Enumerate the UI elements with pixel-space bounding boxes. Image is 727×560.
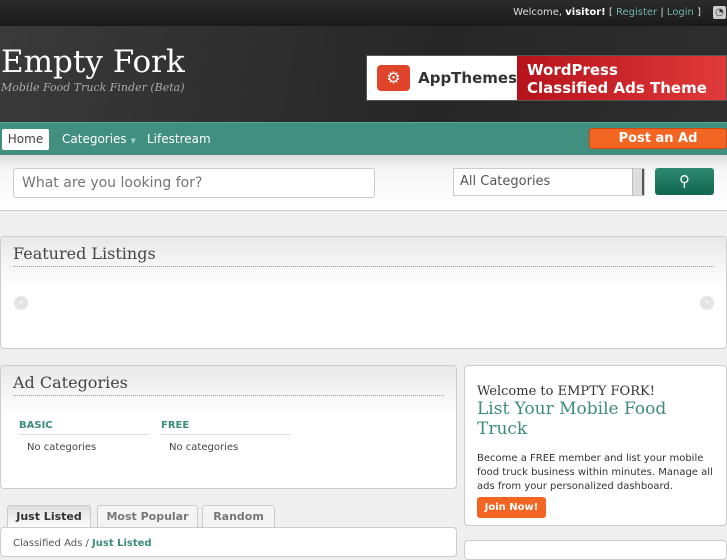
separator: | (660, 7, 664, 18)
username: visitor! (565, 7, 606, 18)
banner-line2: Classified Ads Theme (527, 79, 707, 97)
panel-title: Ad Categories (13, 373, 128, 392)
bracket: ] (697, 7, 701, 18)
site-tagline: Mobile Food Truck Finder (Beta) (1, 81, 185, 94)
chevron-down-icon: ▼ (130, 137, 136, 145)
nav-categories-label: Categories (62, 132, 127, 146)
welcome-title: Welcome to EMPTY FORK! (477, 384, 655, 399)
bracket: [ (608, 7, 613, 18)
category-select[interactable]: All Categories (453, 168, 645, 196)
post-ad-button[interactable]: Post an Ad (589, 128, 727, 149)
featured-listings-panel: Featured Listings ‹ › (0, 236, 727, 349)
chevron-right-icon[interactable]: › (700, 296, 714, 310)
nav-lifestream[interactable]: Lifestream (147, 129, 211, 150)
banner-brand: AppThemes (418, 69, 517, 87)
rss-icon[interactable]: ◔ (713, 6, 726, 19)
welcome-text: Become a FREE member and list your mobil… (477, 453, 713, 492)
welcome-text: Welcome, (513, 7, 563, 18)
panel-title: Featured Listings (13, 244, 156, 263)
category-select-value: All Categories (460, 174, 551, 189)
top-bar: Welcome, visitor! [ Register | Login ] (0, 0, 727, 26)
chevron-down-icon (632, 169, 644, 195)
register-link[interactable]: Register (616, 7, 657, 18)
breadcrumb-separator: / (85, 538, 89, 549)
breadcrumb-current[interactable]: Just Listed (92, 538, 152, 549)
nav-home[interactable]: Home (2, 129, 49, 150)
welcome-subtitle: List Your Mobile Food Truck (477, 399, 667, 439)
ad-banner[interactable]: ⚙ AppThemes WordPress Classified Ads Theme (366, 55, 727, 101)
search-button[interactable]: ⚲ (655, 168, 714, 195)
category-heading[interactable]: FREE (161, 420, 291, 435)
login-link[interactable]: Login (667, 7, 694, 18)
welcome-panel: Welcome to EMPTY FORK! List Your Mobile … (464, 365, 727, 526)
search-input[interactable] (13, 168, 375, 198)
tab-random[interactable]: Random (202, 505, 275, 528)
breadcrumb: Classified Ads / Just Listed (13, 538, 152, 549)
no-categories-text: No categories (169, 442, 239, 453)
breadcrumb-root[interactable]: Classified Ads (13, 538, 82, 549)
site-title[interactable]: Empty Fork (1, 44, 185, 80)
sidebar-panel (464, 540, 727, 560)
banner-line1: WordPress (527, 61, 618, 79)
listings-panel: Classified Ads / Just Listed (0, 527, 457, 557)
divider (13, 395, 444, 396)
tab-most-popular[interactable]: Most Popular (97, 505, 198, 528)
nav-categories[interactable]: Categories ▼ (62, 129, 136, 150)
category-heading[interactable]: BASIC (19, 420, 149, 435)
search-icon: ⚲ (679, 172, 690, 190)
ad-categories-panel: Ad Categories BASIC No categories FREE N… (0, 365, 457, 489)
gear-icon: ⚙ (377, 65, 411, 91)
chevron-left-icon[interactable]: ‹ (14, 296, 28, 310)
divider (13, 266, 714, 267)
tab-just-listed[interactable]: Just Listed (7, 505, 91, 528)
join-now-button[interactable]: Join Now! (477, 497, 546, 518)
no-categories-text: No categories (27, 442, 97, 453)
